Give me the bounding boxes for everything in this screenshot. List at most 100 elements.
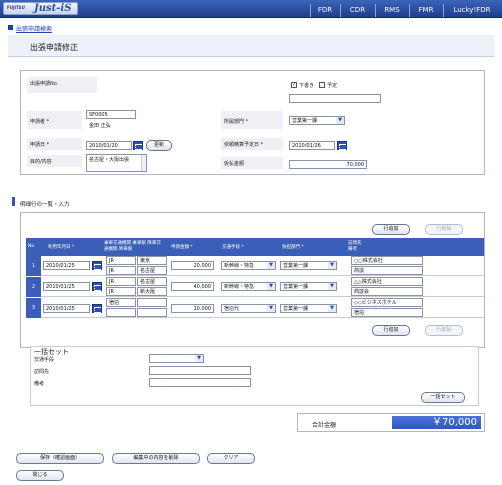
total-label: 合計金額 [312,422,337,429]
row-subject-select[interactable]: 新幹線・特急 ▼ [221,282,276,291]
delete-row-button-bottom[interactable]: 行削除 [425,325,463,336]
dept-select[interactable]: 営業第一課 ▼ [289,116,345,125]
row-subject-select[interactable]: 新幹線・特急 ▼ [221,261,276,270]
bulk-set-button[interactable]: 一括セット [421,392,465,403]
col-date: 利用年月日 * [48,245,75,250]
row-note-field[interactable]: 商談会 [351,287,423,296]
col-transport: 乗車交通機関 乗車駅 降車交通機関 降車駅 [104,241,161,252]
bulk-note-label: 備考 [34,381,45,387]
nav-tab-rms[interactable]: RMS [375,4,408,17]
row-amount-field[interactable]: 40,000 [171,282,214,291]
row-subject-value: 新幹線・特急 [224,284,255,290]
bulk-note-field[interactable] [149,378,251,387]
settle-date-field[interactable]: 2010/01/26 [289,141,335,150]
save-button[interactable]: 保存（確認画面） [16,453,104,464]
app-no-label: 出張申請No. [27,77,97,93]
calendar-icon[interactable] [337,141,347,150]
schedule-label: 予定 [327,83,338,89]
row-transport-1[interactable]: JR [106,277,136,286]
row-note-field[interactable]: 宿泊 [351,308,423,317]
row-station-1[interactable]: 東京 [137,256,167,265]
purpose-label: 目的/内容 [27,155,82,167]
nav-tab-fmr[interactable]: FMR [409,4,442,17]
draft-checkbox[interactable]: ✓ [291,82,297,88]
chevron-down-icon: ▼ [195,355,203,362]
row-dept-select[interactable]: 営業第一課 ▼ [280,282,337,291]
update-button[interactable]: 更新 [146,140,172,151]
advance-amount-field[interactable]: 70,000 [289,160,367,169]
row-station-2[interactable]: 名古屋 [137,266,167,275]
row-amount-field[interactable]: 10,000 [171,304,214,313]
page-title: 出張申請修正 [30,43,78,52]
row-transport-1[interactable]: JR [106,256,136,265]
row-amount-field[interactable]: 20,000 [171,261,214,270]
row-station-2[interactable]: 新大阪 [137,287,167,296]
chevron-down-icon: ▼ [328,305,336,312]
row-transport-2[interactable] [106,308,136,317]
row-subject-select[interactable]: 宿泊代 ▼ [221,304,276,313]
header-form-panel: 出張申請No. ✓ 下書き 予定 申請者 * SF0005 金田 正弘 所属部門… [20,70,485,175]
draft-label: 下書き [299,83,315,89]
row-dept-value: 営業第一課 [283,284,309,290]
advance-label: 仮払金額 [221,157,283,169]
breadcrumb-link[interactable]: 出張申請検索 [16,24,52,33]
close-button[interactable]: 閉じる [16,470,64,481]
nav-tab-luckyfdr[interactable]: Lucky!FDR [443,4,500,17]
chevron-down-icon: ▼ [328,262,336,269]
clear-button[interactable]: クリア [207,453,255,464]
calendar-icon[interactable] [92,304,102,313]
row-date-field[interactable]: 2010/01/25 [43,282,90,291]
row-date-field[interactable]: 2010/01/25 [43,304,90,313]
row-station-1[interactable]: 名古屋 [137,277,167,286]
draft-text-field[interactable] [289,94,381,103]
row-visit-field[interactable]: ◇◇ビジネスホテル [351,298,423,307]
calendar-icon[interactable] [92,282,102,291]
purpose-value: 名古屋・大阪出張 [89,157,130,163]
applicant-label: 申請者 * [27,111,82,129]
calendar-icon[interactable] [133,141,143,150]
row-dept-value: 営業第一課 [283,263,309,269]
details-table-header: No. 利用年月日 * 乗車交通機関 乗車駅 降車交通機関 降車駅 申請金額 *… [26,238,484,256]
settle-date-label: 依頼精算予定日 * [221,138,283,150]
nav-tab-fdr[interactable]: FDR [310,4,339,17]
delete-edit-button[interactable]: 編集中の内容を削除 [112,453,200,464]
delete-row-button-top[interactable]: 行削除 [425,224,463,235]
row-subject-value: 新幹線・特急 [224,263,255,269]
bulk-transport-select[interactable]: ▼ [149,354,204,363]
scrollbar[interactable] [141,155,146,171]
purpose-textarea[interactable]: 名古屋・大阪出張 [86,154,147,172]
bulk-visit-field[interactable] [149,366,251,375]
app-logo: FUJITSU Just-iS [3,2,78,15]
applicant-code-field[interactable]: SF0005 [86,110,136,119]
col-no: No. [28,244,36,249]
apply-date-label: 申請日 * [27,138,82,150]
row-transport-1[interactable]: 宿泊 [106,298,136,307]
bulk-set-panel: 一括セット 交通手段 ▼ 訪問先 備考 一括セット [30,346,479,406]
apply-date-field[interactable]: 2010/01/20 [86,141,132,150]
row-transport-2[interactable]: JR [106,266,136,275]
nav-tab-cdr[interactable]: CDR [340,4,374,17]
col-visit: 訪問先 備考 [348,241,362,252]
row-station-1[interactable] [137,298,167,307]
row-number: 2 [26,277,41,297]
breadcrumb-icon [8,25,13,30]
row-visit-field[interactable]: △△株式会社 [351,277,423,286]
row-note-field[interactable]: 商談 [351,266,423,275]
schedule-checkbox[interactable] [319,82,325,88]
row-transport-2[interactable]: JR [106,287,136,296]
add-row-button-top[interactable]: 行追加 [372,224,410,235]
chevron-down-icon: ▼ [267,262,275,269]
row-visit-field[interactable]: ○○株式会社 [351,256,423,265]
add-row-button-bottom[interactable]: 行追加 [372,325,410,336]
applicant-name: 金田 正弘 [89,123,111,129]
row-date-field[interactable]: 2010/01/25 [43,261,90,270]
calendar-icon[interactable] [92,261,102,270]
row-dept-select[interactable]: 営業第一課 ▼ [280,304,337,313]
row-dept-select[interactable]: 営業第一課 ▼ [280,261,337,270]
bulk-transport-label: 交通手段 [34,357,55,363]
chevron-down-icon: ▼ [267,283,275,290]
chevron-down-icon: ▼ [328,283,336,290]
row-subject-value: 宿泊代 [224,306,240,312]
dept-select-value: 営業第一課 [292,118,318,124]
row-station-2[interactable] [137,308,167,317]
